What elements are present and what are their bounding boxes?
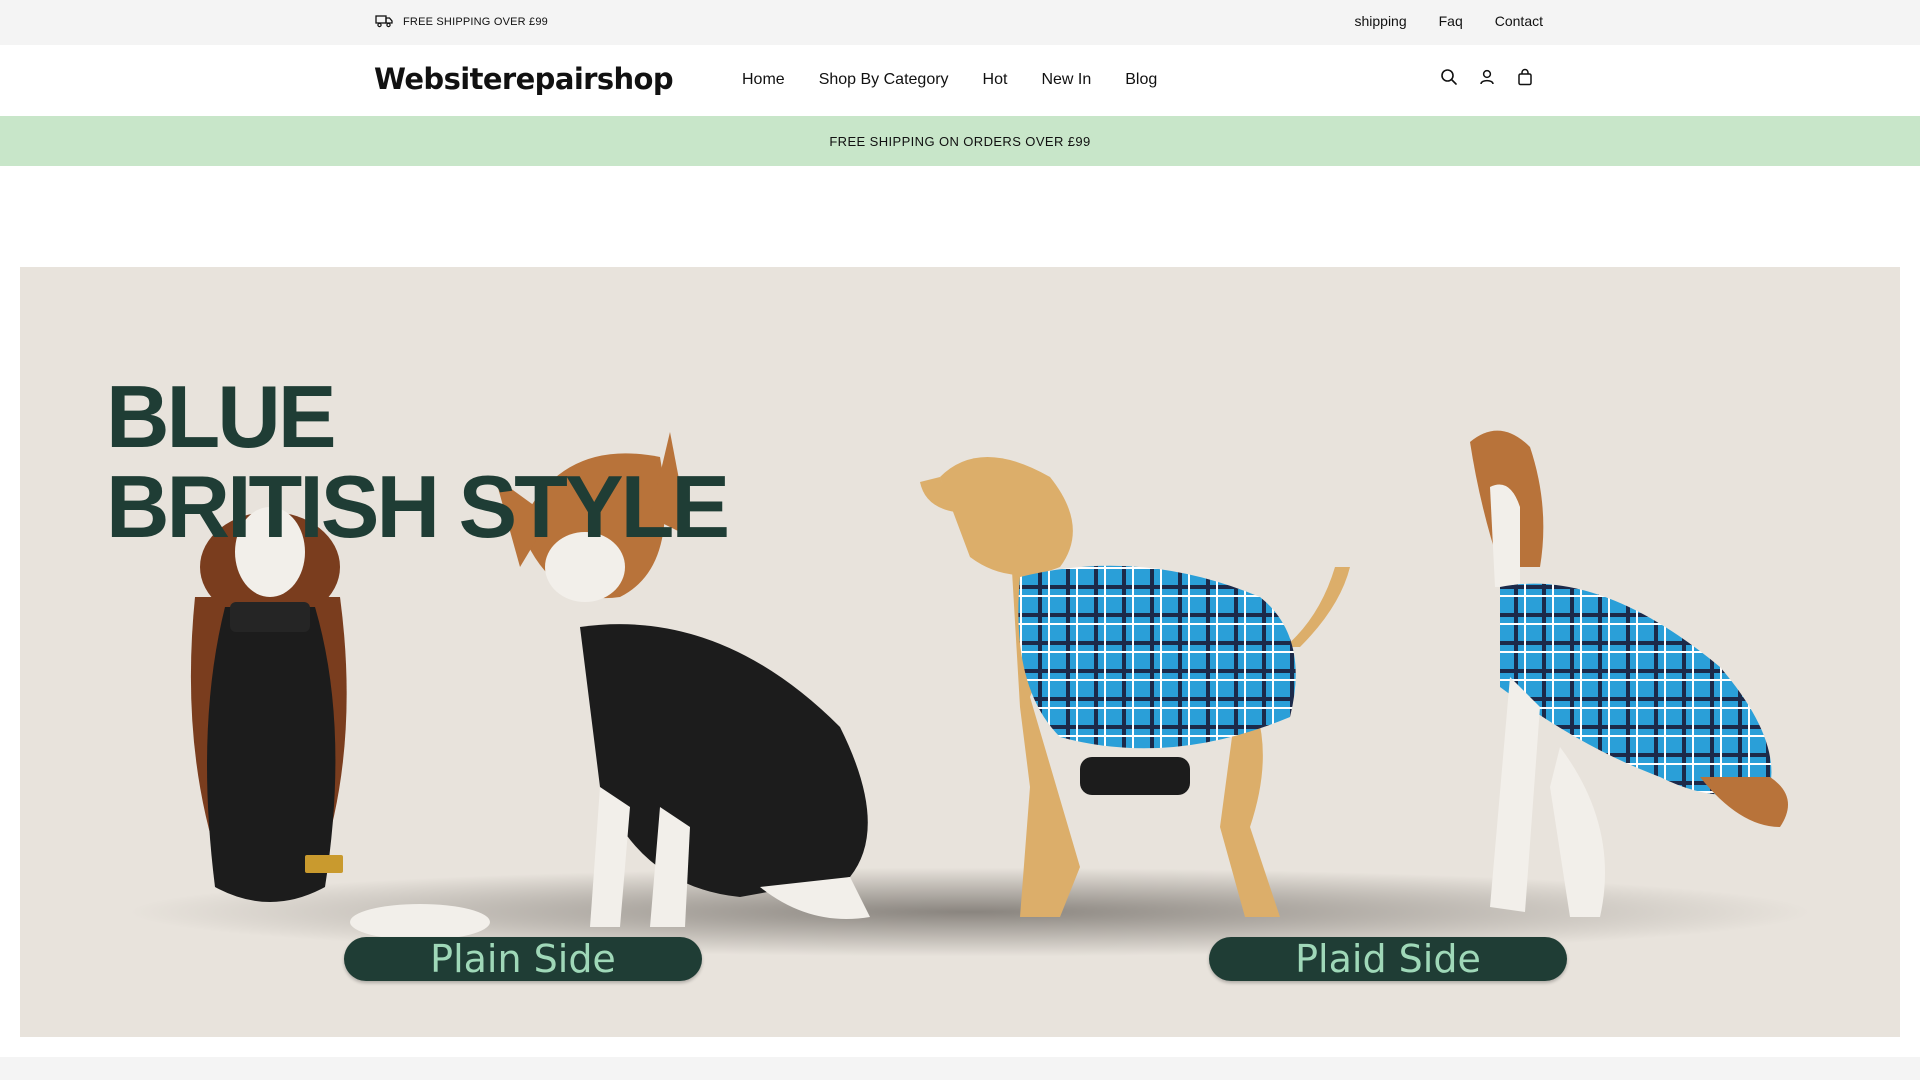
nav-shop-by-category[interactable]: Shop By Category [819,71,949,89]
plain-side-label[interactable]: Plain Side [344,937,702,981]
site-header: Websiterepairshop Home Shop By Category … [0,45,1920,117]
main-nav: Home Shop By Category Hot New In Blog [742,71,1157,89]
truck-icon [375,14,393,31]
free-shipping-text: FREE SHIPPING OVER £99 [403,16,548,28]
search-icon[interactable] [1440,68,1458,86]
nav-blog[interactable]: Blog [1125,71,1157,89]
hero-heading-line1: BLUE [106,367,337,466]
utility-links: shipping Faq Contact [1354,13,1543,29]
nav-new-in[interactable]: New In [1041,71,1091,89]
account-icon[interactable] [1478,68,1496,86]
dog-beagle [1470,430,1788,917]
shipping-link[interactable]: shipping [1354,13,1406,29]
site-logo[interactable]: Websiterepairshop [374,62,674,96]
free-shipping-notice: FREE SHIPPING OVER £99 [375,13,548,31]
hero-banner[interactable]: BLUE BRITISH STYLE Plain Side Plaid Side [20,267,1900,1037]
nav-home[interactable]: Home [742,71,785,89]
utility-bar: FREE SHIPPING OVER £99 shipping Faq Cont… [0,0,1920,45]
announcement-bar: FREE SHIPPING ON ORDERS OVER £99 [0,116,1920,166]
plaid-side-label[interactable]: Plaid Side [1209,937,1567,981]
bag-icon[interactable] [1516,68,1534,86]
nav-hot[interactable]: Hot [983,71,1008,89]
dog-spaniel-back [190,507,490,940]
hero-heading-line2: BRITISH STYLE [106,457,730,556]
announcement-text: FREE SHIPPING ON ORDERS OVER £99 [829,133,1091,149]
hero-heading: BLUE BRITISH STYLE [106,367,730,556]
dog-golden-retriever [920,457,1350,917]
faq-link[interactable]: Faq [1439,13,1463,29]
header-icons [1440,68,1534,86]
next-section-edge [0,1057,1920,1080]
contact-link[interactable]: Contact [1495,13,1543,29]
